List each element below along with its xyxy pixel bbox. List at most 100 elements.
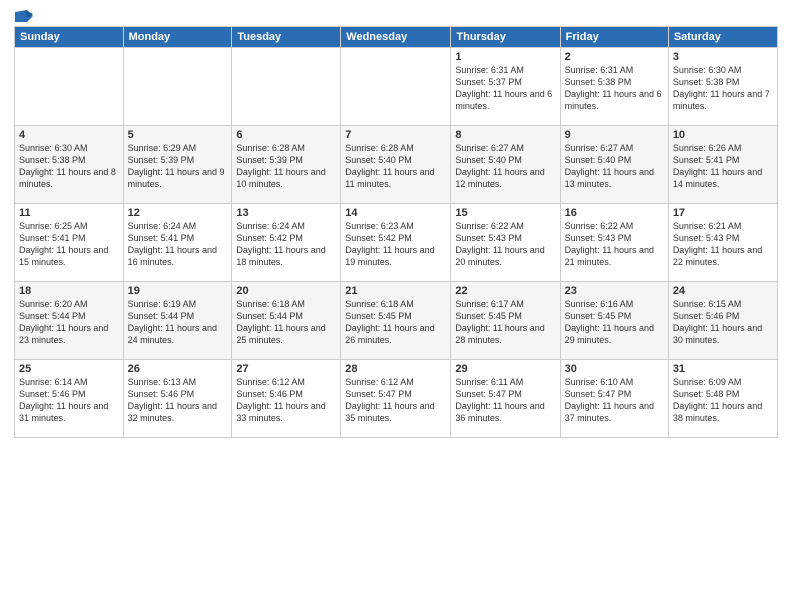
day-info: Sunrise: 6:24 AM Sunset: 5:42 PM Dayligh… (236, 220, 336, 269)
day-number: 16 (565, 207, 664, 219)
logo (14, 10, 34, 20)
day-number: 2 (565, 51, 664, 63)
page-container: SundayMondayTuesdayWednesdayThursdayFrid… (0, 0, 792, 612)
day-number: 5 (128, 129, 228, 141)
day-info: Sunrise: 6:13 AM Sunset: 5:46 PM Dayligh… (128, 376, 228, 425)
calendar-day-cell (232, 48, 341, 126)
day-info: Sunrise: 6:16 AM Sunset: 5:45 PM Dayligh… (565, 298, 664, 347)
day-number: 17 (673, 207, 773, 219)
calendar-day-cell: 24Sunrise: 6:15 AM Sunset: 5:46 PM Dayli… (668, 282, 777, 360)
day-info: Sunrise: 6:12 AM Sunset: 5:46 PM Dayligh… (236, 376, 336, 425)
day-number: 28 (345, 363, 446, 375)
calendar-day-cell: 17Sunrise: 6:21 AM Sunset: 5:43 PM Dayli… (668, 204, 777, 282)
day-number: 18 (19, 285, 119, 297)
calendar-day-cell: 22Sunrise: 6:17 AM Sunset: 5:45 PM Dayli… (451, 282, 560, 360)
calendar-day-cell: 9Sunrise: 6:27 AM Sunset: 5:40 PM Daylig… (560, 126, 668, 204)
calendar-week-row: 18Sunrise: 6:20 AM Sunset: 5:44 PM Dayli… (15, 282, 778, 360)
day-number: 13 (236, 207, 336, 219)
day-info: Sunrise: 6:27 AM Sunset: 5:40 PM Dayligh… (565, 142, 664, 191)
day-info: Sunrise: 6:19 AM Sunset: 5:44 PM Dayligh… (128, 298, 228, 347)
calendar-day-cell: 18Sunrise: 6:20 AM Sunset: 5:44 PM Dayli… (15, 282, 124, 360)
day-number: 25 (19, 363, 119, 375)
calendar-day-cell: 15Sunrise: 6:22 AM Sunset: 5:43 PM Dayli… (451, 204, 560, 282)
calendar-day-cell: 4Sunrise: 6:30 AM Sunset: 5:38 PM Daylig… (15, 126, 124, 204)
calendar-day-cell: 10Sunrise: 6:26 AM Sunset: 5:41 PM Dayli… (668, 126, 777, 204)
day-info: Sunrise: 6:24 AM Sunset: 5:41 PM Dayligh… (128, 220, 228, 269)
calendar-day-cell: 30Sunrise: 6:10 AM Sunset: 5:47 PM Dayli… (560, 360, 668, 438)
day-info: Sunrise: 6:29 AM Sunset: 5:39 PM Dayligh… (128, 142, 228, 191)
calendar-day-cell: 14Sunrise: 6:23 AM Sunset: 5:42 PM Dayli… (341, 204, 451, 282)
day-number: 4 (19, 129, 119, 141)
calendar-day-header: Thursday (451, 27, 560, 48)
calendar-week-row: 1Sunrise: 6:31 AM Sunset: 5:37 PM Daylig… (15, 48, 778, 126)
day-info: Sunrise: 6:14 AM Sunset: 5:46 PM Dayligh… (19, 376, 119, 425)
calendar-day-cell: 27Sunrise: 6:12 AM Sunset: 5:46 PM Dayli… (232, 360, 341, 438)
calendar-day-header: Tuesday (232, 27, 341, 48)
day-number: 7 (345, 129, 446, 141)
day-number: 15 (455, 207, 555, 219)
day-number: 9 (565, 129, 664, 141)
calendar-day-header: Wednesday (341, 27, 451, 48)
calendar-day-cell (341, 48, 451, 126)
day-number: 27 (236, 363, 336, 375)
day-info: Sunrise: 6:25 AM Sunset: 5:41 PM Dayligh… (19, 220, 119, 269)
calendar-day-cell: 3Sunrise: 6:30 AM Sunset: 5:38 PM Daylig… (668, 48, 777, 126)
day-number: 22 (455, 285, 555, 297)
day-number: 10 (673, 129, 773, 141)
day-info: Sunrise: 6:18 AM Sunset: 5:45 PM Dayligh… (345, 298, 446, 347)
day-number: 31 (673, 363, 773, 375)
day-info: Sunrise: 6:27 AM Sunset: 5:40 PM Dayligh… (455, 142, 555, 191)
calendar-day-cell (123, 48, 232, 126)
day-info: Sunrise: 6:17 AM Sunset: 5:45 PM Dayligh… (455, 298, 555, 347)
day-info: Sunrise: 6:15 AM Sunset: 5:46 PM Dayligh… (673, 298, 773, 347)
calendar-day-header: Saturday (668, 27, 777, 48)
calendar-day-cell: 16Sunrise: 6:22 AM Sunset: 5:43 PM Dayli… (560, 204, 668, 282)
day-info: Sunrise: 6:21 AM Sunset: 5:43 PM Dayligh… (673, 220, 773, 269)
day-info: Sunrise: 6:22 AM Sunset: 5:43 PM Dayligh… (455, 220, 555, 269)
calendar-day-header: Sunday (15, 27, 124, 48)
calendar-day-cell: 25Sunrise: 6:14 AM Sunset: 5:46 PM Dayli… (15, 360, 124, 438)
calendar-day-cell: 28Sunrise: 6:12 AM Sunset: 5:47 PM Dayli… (341, 360, 451, 438)
calendar-day-cell: 29Sunrise: 6:11 AM Sunset: 5:47 PM Dayli… (451, 360, 560, 438)
day-number: 14 (345, 207, 446, 219)
day-info: Sunrise: 6:18 AM Sunset: 5:44 PM Dayligh… (236, 298, 336, 347)
day-number: 20 (236, 285, 336, 297)
calendar-header-row: SundayMondayTuesdayWednesdayThursdayFrid… (15, 27, 778, 48)
calendar-day-cell: 31Sunrise: 6:09 AM Sunset: 5:48 PM Dayli… (668, 360, 777, 438)
calendar-day-cell: 12Sunrise: 6:24 AM Sunset: 5:41 PM Dayli… (123, 204, 232, 282)
calendar-day-header: Friday (560, 27, 668, 48)
header (14, 10, 778, 20)
day-info: Sunrise: 6:22 AM Sunset: 5:43 PM Dayligh… (565, 220, 664, 269)
day-info: Sunrise: 6:28 AM Sunset: 5:40 PM Dayligh… (345, 142, 446, 191)
day-number: 8 (455, 129, 555, 141)
day-info: Sunrise: 6:28 AM Sunset: 5:39 PM Dayligh… (236, 142, 336, 191)
day-info: Sunrise: 6:09 AM Sunset: 5:48 PM Dayligh… (673, 376, 773, 425)
day-info: Sunrise: 6:23 AM Sunset: 5:42 PM Dayligh… (345, 220, 446, 269)
day-info: Sunrise: 6:10 AM Sunset: 5:47 PM Dayligh… (565, 376, 664, 425)
day-info: Sunrise: 6:31 AM Sunset: 5:38 PM Dayligh… (565, 64, 664, 113)
calendar-day-cell: 19Sunrise: 6:19 AM Sunset: 5:44 PM Dayli… (123, 282, 232, 360)
day-number: 12 (128, 207, 228, 219)
calendar-day-cell: 5Sunrise: 6:29 AM Sunset: 5:39 PM Daylig… (123, 126, 232, 204)
day-number: 29 (455, 363, 555, 375)
day-number: 19 (128, 285, 228, 297)
day-info: Sunrise: 6:11 AM Sunset: 5:47 PM Dayligh… (455, 376, 555, 425)
logo-bird-icon (15, 10, 33, 24)
calendar-table: SundayMondayTuesdayWednesdayThursdayFrid… (14, 26, 778, 438)
day-info: Sunrise: 6:12 AM Sunset: 5:47 PM Dayligh… (345, 376, 446, 425)
calendar-day-cell: 23Sunrise: 6:16 AM Sunset: 5:45 PM Dayli… (560, 282, 668, 360)
day-number: 21 (345, 285, 446, 297)
day-number: 24 (673, 285, 773, 297)
calendar-day-cell (15, 48, 124, 126)
calendar-week-row: 25Sunrise: 6:14 AM Sunset: 5:46 PM Dayli… (15, 360, 778, 438)
calendar-day-cell: 20Sunrise: 6:18 AM Sunset: 5:44 PM Dayli… (232, 282, 341, 360)
calendar-day-cell: 7Sunrise: 6:28 AM Sunset: 5:40 PM Daylig… (341, 126, 451, 204)
day-number: 11 (19, 207, 119, 219)
calendar-day-cell: 13Sunrise: 6:24 AM Sunset: 5:42 PM Dayli… (232, 204, 341, 282)
day-number: 23 (565, 285, 664, 297)
calendar-day-cell: 8Sunrise: 6:27 AM Sunset: 5:40 PM Daylig… (451, 126, 560, 204)
day-info: Sunrise: 6:31 AM Sunset: 5:37 PM Dayligh… (455, 64, 555, 113)
day-number: 26 (128, 363, 228, 375)
calendar-day-cell: 2Sunrise: 6:31 AM Sunset: 5:38 PM Daylig… (560, 48, 668, 126)
day-number: 1 (455, 51, 555, 63)
